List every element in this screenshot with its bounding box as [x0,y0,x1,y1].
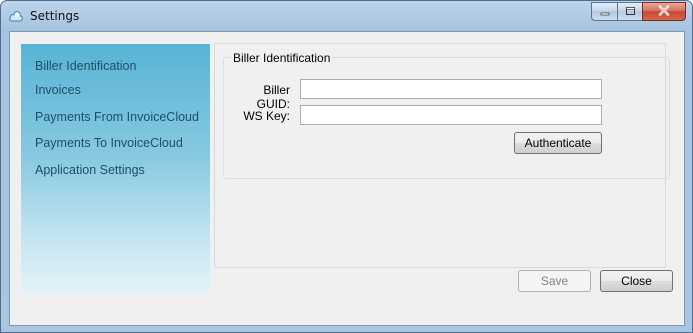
authenticate-button[interactable]: Authenticate [514,132,602,154]
ws-key-input[interactable] [300,105,602,125]
settings-window: Settings Biller Identification Invoices … [0,0,693,333]
group-title: Biller Identification [231,51,333,65]
maximize-button[interactable] [617,2,642,21]
nav-item-biller-identification[interactable]: Biller Identification [35,59,136,73]
biller-guid-label: Biller GUID: [256,83,290,111]
ws-key-label: WS Key: [243,109,290,123]
close-button[interactable]: Close [600,270,673,292]
close-window-button[interactable] [642,2,686,21]
close-icon [658,4,670,19]
biller-guid-input[interactable] [300,79,602,99]
biller-identification-group: Biller Identification Biller GUID: WS Ke… [223,51,670,179]
minimize-button[interactable] [591,2,617,21]
minimize-icon [600,5,610,19]
window-title: Settings [30,9,80,23]
caption-buttons [591,2,686,21]
nav-item-application-settings[interactable]: Application Settings [35,163,145,177]
dialog-client-area: Biller Identification Invoices Payments … [9,31,685,326]
save-button[interactable]: Save [518,270,591,292]
nav-item-payments-from-invoicecloud[interactable]: Payments From InvoiceCloud [35,110,199,124]
title-bar[interactable]: Settings [1,1,692,31]
cloud-icon[interactable] [8,8,24,24]
maximize-icon [625,5,636,19]
settings-content-panel: Biller Identification Biller GUID: WS Ke… [214,43,670,268]
nav-item-invoices[interactable]: Invoices [35,83,81,97]
settings-nav-panel: Biller Identification Invoices Payments … [21,44,210,294]
nav-item-payments-to-invoicecloud[interactable]: Payments To InvoiceCloud [35,136,183,150]
